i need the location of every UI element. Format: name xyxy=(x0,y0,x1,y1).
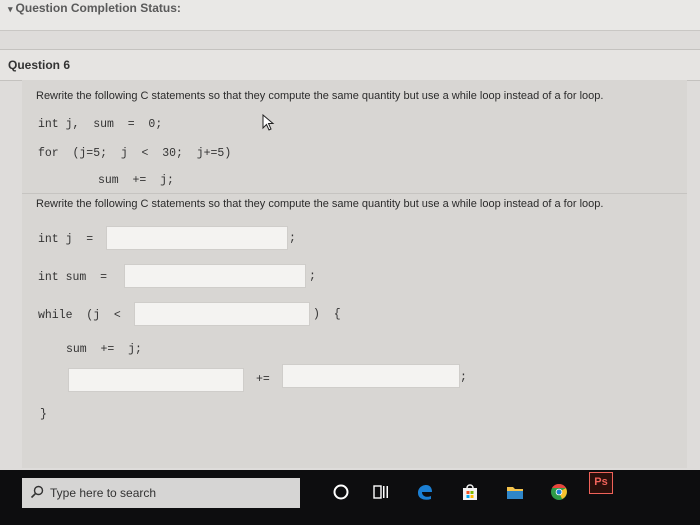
edge-icon[interactable] xyxy=(414,482,434,502)
answer-line-5-suffix: ; xyxy=(460,371,467,384)
increment-operator: += xyxy=(256,373,270,386)
taskbar-search-box[interactable]: Type here to search xyxy=(22,478,300,508)
answer-line-2-prefix: int sum = xyxy=(38,271,108,284)
task-view-icon[interactable] xyxy=(371,482,391,502)
answer-instruction: Rewrite the following C statements so th… xyxy=(36,198,604,210)
code-line-3: sum += j; xyxy=(98,174,174,187)
answer-line-4: sum += j; xyxy=(66,343,142,356)
store-icon[interactable] xyxy=(460,482,480,502)
answer-line-2-suffix: ; xyxy=(309,270,316,283)
question-number: Question 6 xyxy=(8,58,71,72)
cortana-icon[interactable] xyxy=(331,482,351,502)
answer-line-3-suffix: ) { xyxy=(313,308,341,321)
folder-icon[interactable] xyxy=(505,482,525,502)
completion-status-bar[interactable]: ▾ Question Completion Status: xyxy=(0,0,700,31)
search-icon xyxy=(30,485,44,499)
answer-line-3-prefix: while (j < xyxy=(38,309,121,322)
chrome-icon[interactable] xyxy=(549,482,569,502)
chevron-down-icon: ▾ xyxy=(8,4,13,14)
completion-status-label: Question Completion Status: xyxy=(15,1,181,15)
increment-lhs-field[interactable] xyxy=(68,368,244,392)
photoshop-icon[interactable]: Ps xyxy=(589,472,613,494)
search-placeholder: Type here to search xyxy=(50,486,157,500)
closing-brace: } xyxy=(40,408,47,421)
j-init-field[interactable] xyxy=(106,226,288,250)
sum-init-field[interactable] xyxy=(124,264,306,288)
divider xyxy=(22,193,687,194)
code-line-1: int j, sum = 0; xyxy=(38,118,163,131)
increment-rhs-field[interactable] xyxy=(282,364,460,388)
question-header: Question 6 xyxy=(0,49,700,81)
question-instruction: Rewrite the following C statements so th… xyxy=(36,90,604,102)
code-line-2: for (j=5; j < 30; j+=5) xyxy=(38,147,232,160)
mouse-cursor-icon xyxy=(262,114,275,131)
answer-line-1-prefix: int j = xyxy=(38,233,94,246)
completion-status-toggle[interactable]: ▾ Question Completion Status: xyxy=(8,1,181,15)
while-condition-field[interactable] xyxy=(134,302,310,326)
question-content xyxy=(22,80,687,468)
answer-line-1-suffix: ; xyxy=(289,232,296,245)
